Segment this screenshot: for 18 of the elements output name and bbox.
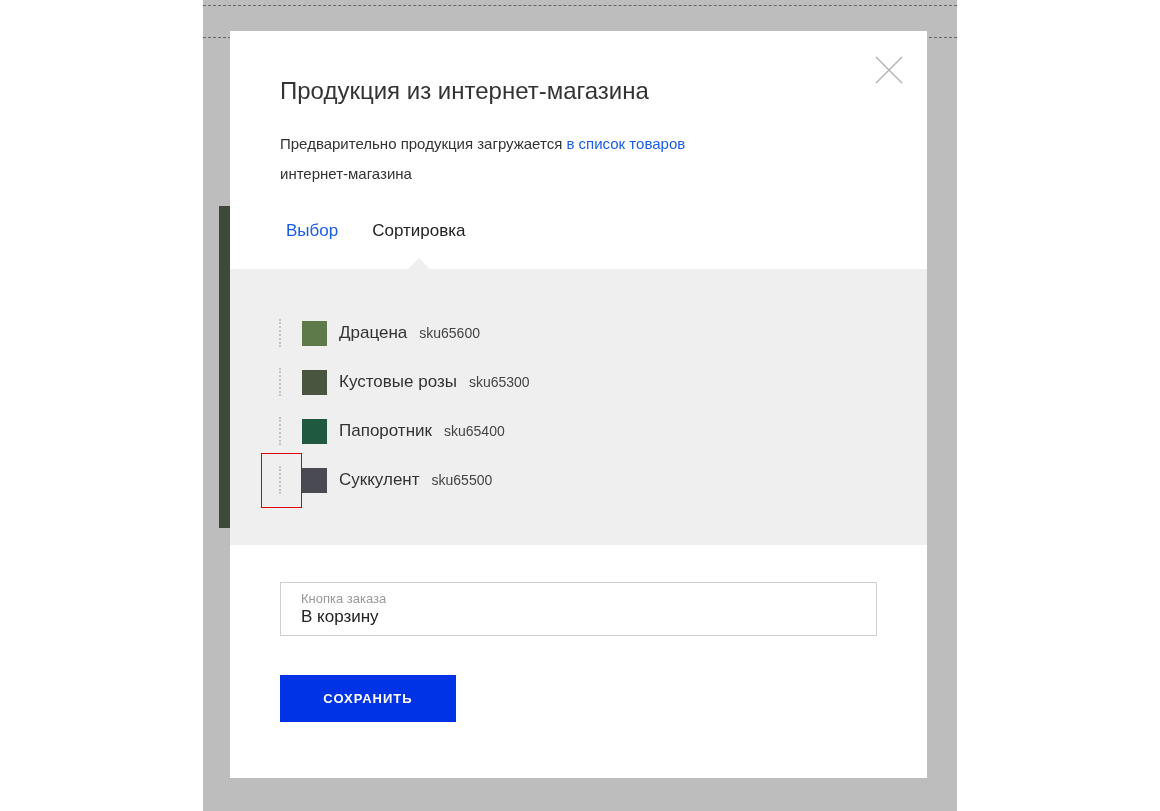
product-sku: sku65300 (468, 372, 530, 392)
product-sku: sku65500 (431, 470, 493, 490)
order-button-field[interactable]: Кнопка заказа В корзину (280, 582, 877, 636)
save-button[interactable]: СОХРАНИТЬ (280, 675, 456, 722)
field-input[interactable]: В корзину (301, 606, 856, 628)
product-name: Папоротник (339, 420, 432, 443)
description-text: Предварительно продукция загружается в список товаров интернет-магазина (280, 134, 687, 184)
product-name: Кустовые розы (339, 371, 457, 394)
close-icon[interactable] (875, 56, 903, 84)
product-list-link[interactable]: в список товаров (566, 135, 686, 152)
tab[interactable]: Выбор (286, 217, 339, 245)
product-name: Суккулент (339, 469, 420, 492)
product-sku: sku65600 (419, 323, 480, 343)
product-sku: sku65400 (444, 421, 505, 441)
dialog-title: Продукция из интернет-магазина (280, 76, 650, 106)
product-name: Драцена (339, 322, 408, 345)
highlighted-drag-handle[interactable] (261, 452, 302, 508)
field-label: Кнопка заказа (301, 591, 388, 606)
